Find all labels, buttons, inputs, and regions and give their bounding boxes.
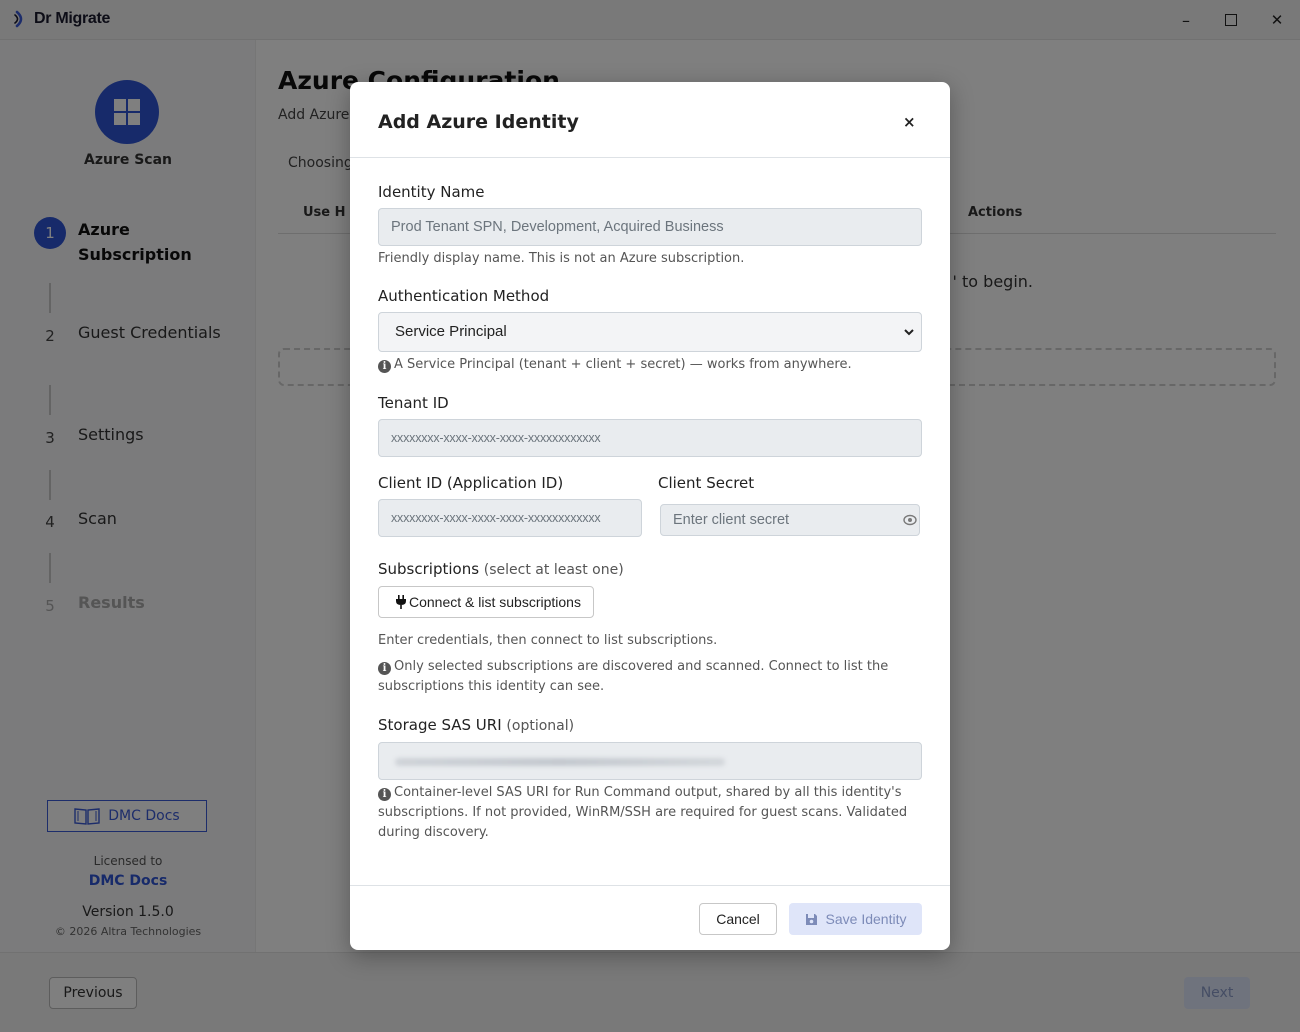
modal-header: Add Azure Identity × (350, 82, 950, 158)
add-azure-identity-dialog: Add Azure Identity × Identity Name Prod … (350, 82, 950, 950)
auth-method-selected: Service Principal (395, 323, 507, 340)
client-id-label: Client ID (Application ID) (378, 474, 564, 492)
tenant-id-input[interactable]: xxxxxxxx-xxxx-xxxx-xxxx-xxxxxxxxxxxx (378, 419, 922, 457)
save-identity-label: Save Identity (825, 911, 907, 927)
eye-icon[interactable] (903, 513, 917, 527)
save-identity-button[interactable]: Save Identity (789, 903, 922, 935)
info-icon: i (378, 360, 391, 373)
subscriptions-hint: Enter credentials, then connect to list … (378, 633, 718, 648)
tenant-id-label: Tenant ID (378, 394, 449, 412)
subscriptions-label: Subscriptions (select at least one) (378, 560, 624, 578)
connect-button-label: Connect & list subscriptions (409, 594, 581, 610)
auth-method-hint: iA Service Principal (tenant + client + … (378, 355, 923, 375)
blurred-placeholder (395, 758, 725, 766)
subscriptions-info: i Only selected subscriptions are discove… (378, 659, 889, 694)
plug-icon (396, 595, 406, 609)
close-icon[interactable]: × (903, 113, 916, 131)
storage-sas-info: i Container-level SAS URI for Run Command… (378, 785, 908, 840)
client-secret-input[interactable]: Enter client secret (660, 504, 920, 536)
identity-name-hint: Friendly display name. This is not an Az… (378, 251, 745, 266)
storage-sas-label: Storage SAS URI (optional) (378, 716, 575, 734)
connect-list-subscriptions-button[interactable]: Connect & list subscriptions (378, 586, 594, 618)
floppy-disk-icon (805, 913, 817, 925)
identity-name-label: Identity Name (378, 183, 485, 201)
modal-title: Add Azure Identity (378, 111, 579, 133)
chevron-down-icon (904, 329, 914, 336)
client-secret-placeholder: Enter client secret (673, 512, 790, 528)
auth-method-select[interactable]: Service Principal (378, 312, 922, 352)
cancel-button[interactable]: Cancel (699, 903, 777, 935)
modal-footer: Cancel Save Identity (350, 885, 950, 950)
client-secret-label: Client Secret (658, 474, 755, 492)
info-icon: i (378, 788, 391, 801)
storage-sas-input[interactable] (378, 742, 922, 780)
client-id-input[interactable]: xxxxxxxx-xxxx-xxxx-xxxx-xxxxxxxxxxxx (378, 499, 642, 537)
info-icon: i (378, 662, 391, 675)
identity-name-input[interactable]: Prod Tenant SPN, Development, Acquired B… (378, 208, 922, 246)
auth-method-label: Authentication Method (378, 287, 550, 305)
